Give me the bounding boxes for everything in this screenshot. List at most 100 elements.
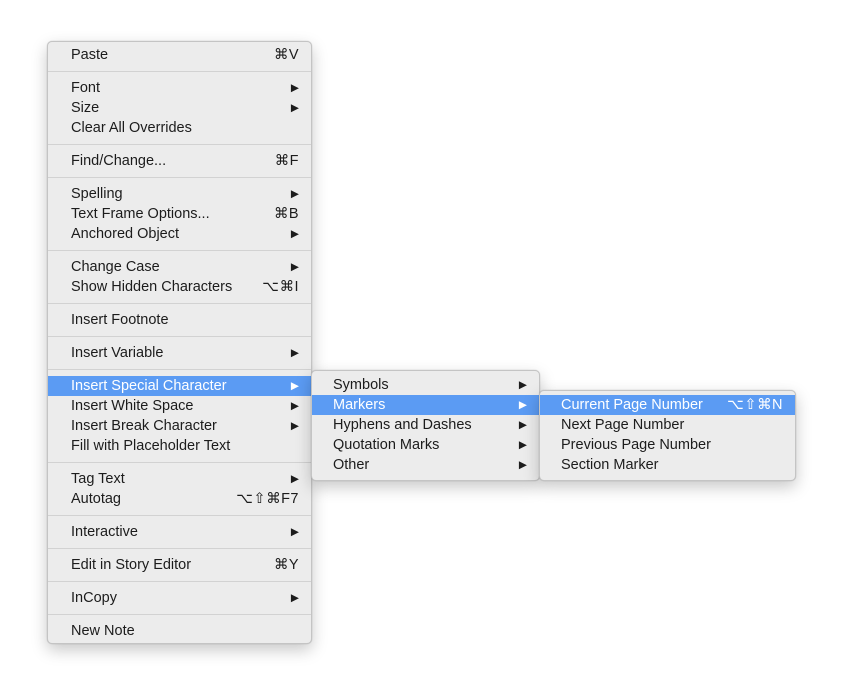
menu-item-label: Autotag (71, 491, 121, 507)
menu-item-insert-footnote[interactable]: Insert Footnote (48, 310, 311, 330)
submenu-arrow-icon: ▶ (290, 592, 299, 604)
menu-item-shortcut: ⌘V (273, 47, 299, 63)
menu-item-label: Text Frame Options... (71, 206, 210, 222)
submenu-item-next-page-number[interactable]: Next Page Number (540, 415, 795, 435)
submenu-item-other[interactable]: Other ▶ (312, 455, 539, 475)
menu-item-paste[interactable]: Paste ⌘V (48, 45, 311, 65)
menu-separator (48, 369, 311, 370)
menu-item-label: Find/Change... (71, 153, 167, 169)
submenu-arrow-icon: ▶ (290, 420, 299, 432)
menu-item-label: Show Hidden Characters (71, 279, 233, 295)
menu-item-label: Spelling (71, 186, 123, 202)
menu-item-label: Markers (333, 397, 386, 413)
submenu-arrow-icon: ▶ (518, 399, 527, 411)
submenu-item-previous-page-number[interactable]: Previous Page Number (540, 435, 795, 455)
submenu-arrow-icon: ▶ (290, 473, 299, 485)
menu-item-label: Anchored Object (71, 226, 180, 242)
menu-separator (48, 548, 311, 549)
submenu-item-current-page-number[interactable]: Current Page Number ⌥⇧⌘N (540, 395, 795, 415)
menu-item-shortcut: ⌘Y (273, 557, 299, 573)
menu-item-shortcut: ⌥⇧⌘F7 (236, 491, 299, 507)
menu-separator (48, 177, 311, 178)
menu-separator (48, 250, 311, 251)
menu-separator (48, 144, 311, 145)
menu-item-find-change[interactable]: Find/Change... ⌘F (48, 151, 311, 171)
submenu-arrow-icon: ▶ (518, 379, 527, 391)
menu-item-shortcut: ⌘F (274, 153, 299, 169)
menu-item-tag-text[interactable]: Tag Text ▶ (48, 469, 311, 489)
menu-item-label: Insert Break Character (71, 418, 217, 434)
submenu-arrow-icon: ▶ (518, 459, 527, 471)
context-menu: Paste ⌘V Font ▶ Size ▶ Clear All Overrid… (47, 41, 312, 644)
menu-item-label: Symbols (333, 377, 389, 393)
menu-item-insert-white-space[interactable]: Insert White Space ▶ (48, 396, 311, 416)
menu-separator (48, 71, 311, 72)
menu-item-label: Insert Variable (71, 345, 164, 361)
menu-item-label: Fill with Placeholder Text (71, 438, 231, 454)
menu-item-new-note[interactable]: New Note (48, 621, 311, 641)
submenu-item-section-marker[interactable]: Section Marker (540, 455, 795, 475)
menu-separator (48, 515, 311, 516)
menu-separator (48, 303, 311, 304)
menu-separator (48, 614, 311, 615)
markers-submenu: Current Page Number ⌥⇧⌘N Next Page Numbe… (539, 390, 796, 481)
menu-item-text-frame-options[interactable]: Text Frame Options... ⌘B (48, 204, 311, 224)
menu-item-show-hidden-characters[interactable]: Show Hidden Characters ⌥⌘I (48, 277, 311, 297)
submenu-item-quotation-marks[interactable]: Quotation Marks ▶ (312, 435, 539, 455)
submenu-arrow-icon: ▶ (290, 82, 299, 94)
menu-item-spelling[interactable]: Spelling ▶ (48, 184, 311, 204)
menu-item-interactive[interactable]: Interactive ▶ (48, 522, 311, 542)
menu-item-autotag[interactable]: Autotag ⌥⇧⌘F7 (48, 489, 311, 509)
submenu-item-markers[interactable]: Markers ▶ (312, 395, 539, 415)
menu-item-label: Interactive (71, 524, 138, 540)
menu-item-label: Previous Page Number (561, 437, 711, 453)
menu-item-shortcut: ⌥⇧⌘N (727, 397, 783, 413)
submenu-arrow-icon: ▶ (290, 228, 299, 240)
menu-item-fill-with-placeholder-text[interactable]: Fill with Placeholder Text (48, 436, 311, 456)
menu-item-shortcut: ⌘B (273, 206, 299, 222)
menu-item-label: Quotation Marks (333, 437, 440, 453)
menu-item-label: Font (71, 80, 101, 96)
submenu-arrow-icon: ▶ (518, 419, 527, 431)
submenu-arrow-icon: ▶ (518, 439, 527, 451)
submenu-arrow-icon: ▶ (290, 400, 299, 412)
menu-separator (48, 336, 311, 337)
menu-item-label: InCopy (71, 590, 117, 606)
menu-item-change-case[interactable]: Change Case ▶ (48, 257, 311, 277)
submenu-item-symbols[interactable]: Symbols ▶ (312, 375, 539, 395)
submenu-arrow-icon: ▶ (290, 347, 299, 359)
menu-item-label: Insert Footnote (71, 312, 169, 328)
menu-item-anchored-object[interactable]: Anchored Object ▶ (48, 224, 311, 244)
menu-item-font[interactable]: Font ▶ (48, 78, 311, 98)
menu-item-shortcut: ⌥⌘I (262, 279, 299, 295)
menu-item-label: Insert Special Character (71, 378, 227, 394)
menu-item-incopy[interactable]: InCopy ▶ (48, 588, 311, 608)
menu-separator (48, 462, 311, 463)
menu-item-label: Hyphens and Dashes (333, 417, 472, 433)
menu-item-label: Size (71, 100, 100, 116)
menu-item-label: Edit in Story Editor (71, 557, 192, 573)
menu-item-insert-special-character[interactable]: Insert Special Character ▶ (48, 376, 311, 396)
menu-item-label: Tag Text (71, 471, 125, 487)
menu-item-clear-all-overrides[interactable]: Clear All Overrides (48, 118, 311, 138)
menu-item-insert-variable[interactable]: Insert Variable ▶ (48, 343, 311, 363)
submenu-item-hyphens-and-dashes[interactable]: Hyphens and Dashes ▶ (312, 415, 539, 435)
submenu-arrow-icon: ▶ (290, 526, 299, 538)
submenu-arrow-icon: ▶ (290, 261, 299, 273)
menu-item-label: Section Marker (561, 457, 659, 473)
menu-item-label: New Note (71, 623, 135, 639)
special-character-submenu: Symbols ▶ Markers ▶ Hyphens and Dashes ▶… (311, 370, 540, 481)
menu-item-size[interactable]: Size ▶ (48, 98, 311, 118)
menu-item-label: Change Case (71, 259, 160, 275)
submenu-arrow-icon: ▶ (290, 380, 299, 392)
menu-item-label: Insert White Space (71, 398, 194, 414)
menu-item-label: Other (333, 457, 370, 473)
menu-item-insert-break-character[interactable]: Insert Break Character ▶ (48, 416, 311, 436)
menu-item-label: Next Page Number (561, 417, 685, 433)
menu-separator (48, 581, 311, 582)
menu-item-edit-in-story-editor[interactable]: Edit in Story Editor ⌘Y (48, 555, 311, 575)
submenu-arrow-icon: ▶ (290, 102, 299, 114)
menu-item-label: Current Page Number (561, 397, 703, 413)
menu-item-label: Paste (71, 47, 109, 63)
menu-item-label: Clear All Overrides (71, 120, 192, 136)
